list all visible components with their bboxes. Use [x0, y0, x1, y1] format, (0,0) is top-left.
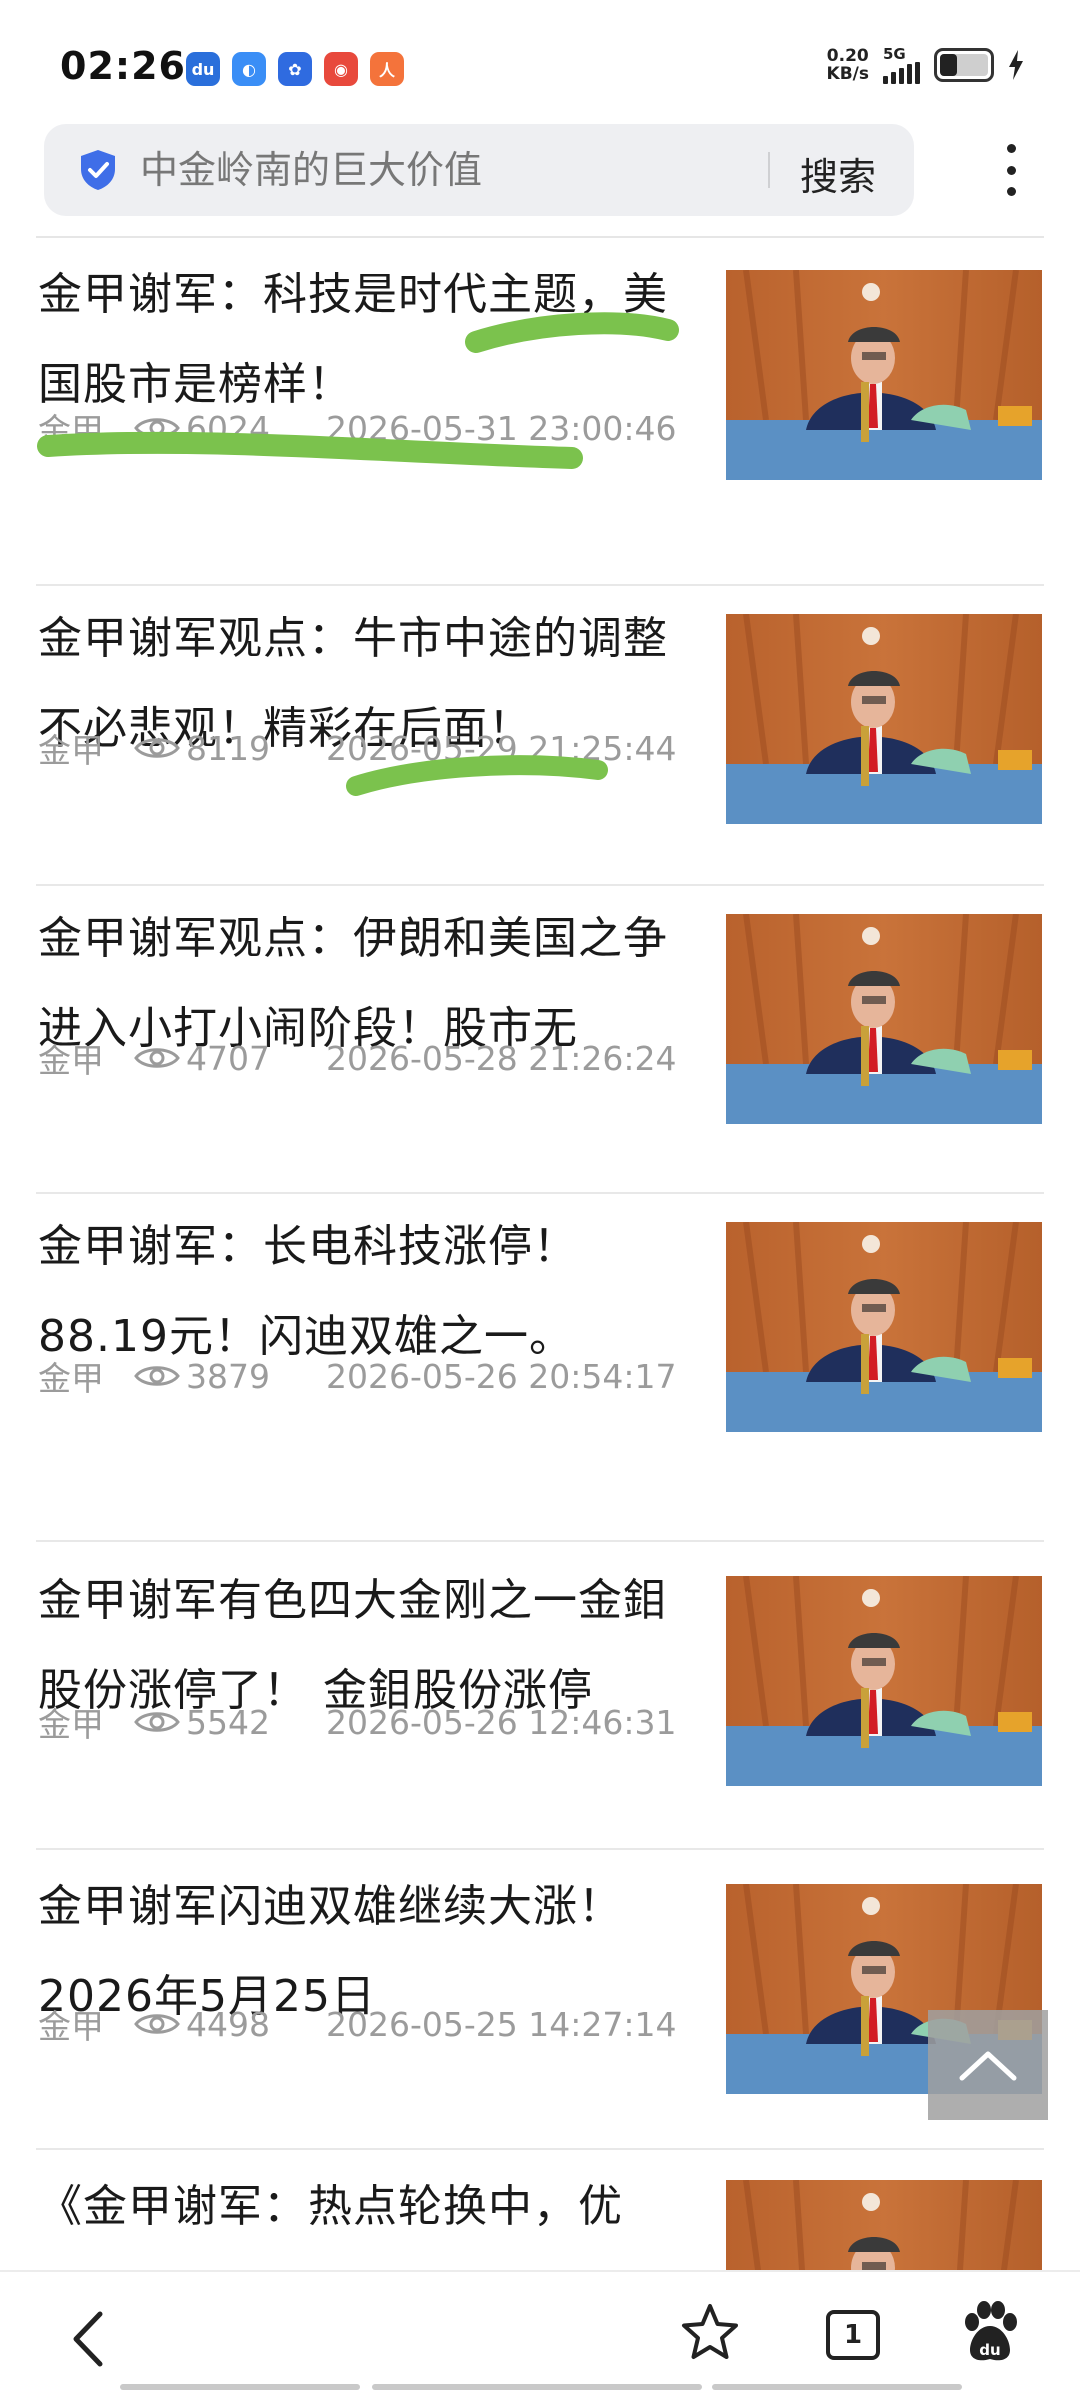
battery-icon — [934, 48, 994, 82]
eye-icon — [134, 738, 180, 758]
status-bar: 02:26 du ◐ ✿ ◉ 人 0.20 KB/s 5G — [0, 0, 1080, 120]
star-icon[interactable] — [680, 2302, 740, 2362]
article-source: 金甲 — [38, 1041, 104, 1080]
article-title[interactable]: 金甲谢军：科技是时代主题，美国股市是榜样！ — [38, 250, 688, 430]
tabs-count-button[interactable]: 1 — [826, 2310, 880, 2360]
search-bar[interactable]: 搜索 — [44, 124, 914, 216]
article-meta: 金甲 5542 2026-05-26 12:46:31 — [38, 1698, 676, 1746]
article-date: 2026-05-31 23:00:46 — [325, 408, 677, 448]
article-date: 2026-05-28 21:26:24 — [325, 1038, 677, 1078]
search-button[interactable]: 搜索 — [800, 146, 876, 201]
divider — [36, 236, 1044, 238]
eye-icon — [134, 418, 180, 438]
charging-icon — [1009, 50, 1023, 80]
article-thumbnail[interactable] — [726, 914, 1042, 1124]
home-indicator-segment — [372, 2384, 702, 2390]
orange-app-icon: 人 — [370, 52, 404, 86]
divider — [36, 884, 1044, 886]
shield-icon — [81, 150, 115, 190]
view-count: 5542 — [186, 1702, 270, 1742]
baidu-app-icon: du — [186, 52, 220, 86]
bottom-navigation: 1 du — [0, 2270, 1080, 2400]
signal-icon: 5G — [883, 46, 920, 84]
search-divider — [768, 152, 770, 188]
back-arrow-icon[interactable] — [64, 2308, 114, 2370]
article-source: 金甲 — [38, 1705, 104, 1744]
status-time: 02:26 — [60, 44, 186, 88]
baidu-paw-icon: ✿ — [278, 52, 312, 86]
article-thumbnail[interactable] — [726, 270, 1042, 480]
article-meta: 金甲 8119 2026-05-29 21:25:44 — [38, 724, 676, 772]
divider — [36, 584, 1044, 586]
baidu-netdisk-icon: ◐ — [232, 52, 266, 86]
article-meta: 金甲 6024 2026-05-31 23:00:46 — [38, 404, 676, 452]
article-source: 金甲 — [38, 411, 104, 450]
article-meta: 金甲 4498 2026-05-25 14:27:14 — [38, 2000, 676, 2048]
article-date: 2026-05-26 20:54:17 — [325, 1356, 677, 1396]
svg-text:du: du — [979, 2341, 1000, 2359]
more-menu-icon[interactable] — [996, 140, 1026, 200]
network-speed: 0.20 KB/s — [826, 46, 869, 84]
article-title[interactable]: 《金甲谢军：热点轮换中，优 — [38, 2162, 688, 2252]
divider — [36, 1540, 1044, 1542]
baidu-paw-icon[interactable]: du — [960, 2300, 1020, 2364]
view-count: 4707 — [186, 1038, 270, 1078]
scroll-to-top-button[interactable] — [928, 2010, 1048, 2120]
divider — [36, 1192, 1044, 1194]
article-date: 2026-05-26 12:46:31 — [325, 1702, 677, 1742]
article-thumbnail[interactable] — [726, 1222, 1042, 1432]
article-thumbnail[interactable] — [726, 1576, 1042, 1786]
view-count: 6024 — [186, 408, 270, 448]
thumbnail-image — [726, 270, 1042, 480]
eye-icon — [134, 2014, 180, 2034]
thumbnail-image — [726, 1576, 1042, 1786]
divider — [36, 2148, 1044, 2150]
article-thumbnail[interactable] — [726, 614, 1042, 824]
chrome-like-icon: ◉ — [324, 52, 358, 86]
home-indicator-segment — [120, 2384, 360, 2390]
divider — [36, 1848, 1044, 1850]
article-date: 2026-05-25 14:27:14 — [325, 2004, 677, 2044]
view-count: 3879 — [186, 1356, 270, 1396]
view-count: 8119 — [186, 728, 270, 768]
article-source: 金甲 — [38, 2007, 104, 2046]
thumbnail-image — [726, 914, 1042, 1124]
article-date: 2026-05-29 21:25:44 — [325, 728, 677, 768]
status-app-icons: du ◐ ✿ ◉ 人 — [186, 52, 404, 86]
thumbnail-image — [726, 614, 1042, 824]
article-meta: 金甲 4707 2026-05-28 21:26:24 — [38, 1034, 676, 1082]
status-indicators: 0.20 KB/s 5G — [827, 46, 1024, 84]
eye-icon — [134, 1366, 180, 1386]
eye-icon — [134, 1048, 180, 1068]
article-source: 金甲 — [38, 1359, 104, 1398]
eye-icon — [134, 1712, 180, 1732]
thumbnail-image — [726, 1222, 1042, 1432]
home-indicator-segment — [712, 2384, 962, 2390]
view-count: 4498 — [186, 2004, 270, 2044]
search-input[interactable] — [140, 144, 710, 196]
tab-count: 1 — [843, 2320, 863, 2350]
article-meta: 金甲 3879 2026-05-26 20:54:17 — [38, 1352, 676, 1400]
article-source: 金甲 — [38, 731, 104, 770]
chevron-up-icon — [959, 2051, 1017, 2081]
